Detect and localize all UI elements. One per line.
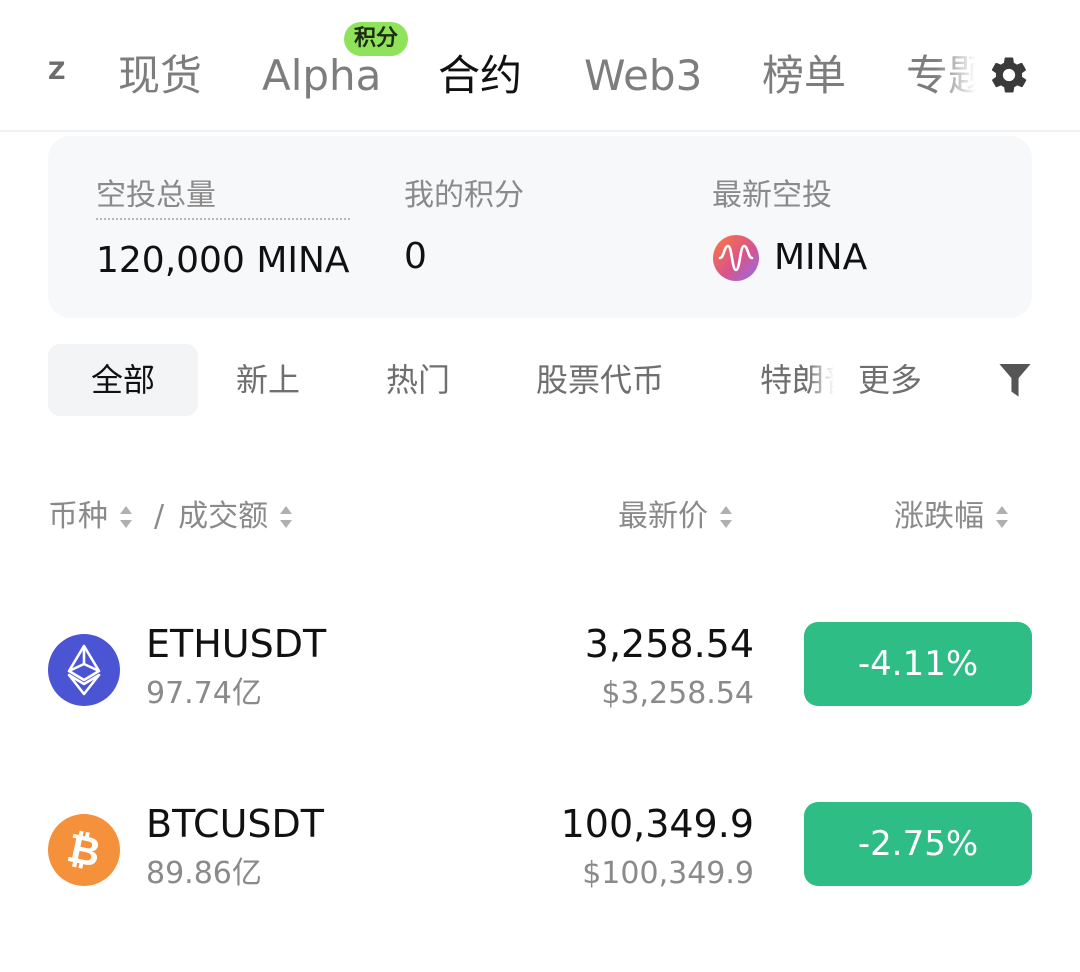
latest-airdrop-token: MINA — [774, 237, 868, 278]
last-price-header[interactable]: 最新价 — [618, 492, 734, 542]
sort-icon[interactable] — [278, 503, 294, 531]
market-filter-tabs: 全部 新上 热门 股票代币 特朗普 更多 — [48, 344, 1032, 416]
gear-icon[interactable] — [988, 54, 1030, 96]
funnel-icon[interactable] — [998, 362, 1032, 400]
latest-airdrop[interactable]: 最新空投 MINA — [712, 176, 867, 286]
btc-icon: ₿ — [48, 814, 120, 886]
tab-web3[interactable]: Web3 — [584, 44, 702, 108]
filter-all[interactable]: 全部 — [48, 344, 198, 416]
market-row-btcusdt[interactable]: ₿ BTCUSDT 89.86亿 100,349.9 $100,349.9 -2… — [48, 786, 1032, 926]
filter-all-label: 全部 — [90, 361, 155, 399]
tab-topics-label: 专题 — [906, 51, 986, 100]
tab-alpha-label: Alpha — [262, 51, 382, 100]
tab-topics[interactable]: 专题 — [906, 40, 986, 112]
tab-futures[interactable]: 合约 — [438, 44, 522, 108]
filter-more-label: 更多 — [858, 361, 923, 399]
tab-futures-label: 合约 — [438, 51, 523, 100]
pair-volume: 89.86亿 — [146, 856, 262, 891]
sort-icon[interactable] — [994, 503, 1010, 531]
filter-more[interactable]: 更多 — [858, 344, 922, 416]
points-badge-label: 积分 — [354, 26, 399, 51]
pair-name: BTCUSDT — [146, 802, 324, 846]
usd-price: $3,258.54 — [601, 676, 754, 711]
filter-stock-tokens-label: 股票代币 — [536, 361, 665, 399]
latest-airdrop-label: 最新空投 — [712, 178, 832, 213]
change-header[interactable]: 涨跌幅 — [894, 492, 1010, 542]
filter-hot-label: 热门 — [386, 361, 451, 399]
latest-airdrop-value: MINA — [712, 234, 867, 282]
filter-hot[interactable]: 热门 — [386, 344, 450, 416]
tab-rankings[interactable]: 榜单 — [762, 44, 846, 108]
last-price: 3,258.54 — [584, 622, 754, 666]
tab-partial-left[interactable]: Ζ — [48, 56, 70, 96]
mina-token-icon — [713, 235, 759, 281]
market-row-ethusdt[interactable]: ETHUSDT 97.74亿 3,258.54 $3,258.54 -4.11% — [48, 606, 1032, 746]
filter-stock-tokens[interactable]: 股票代币 — [536, 344, 664, 416]
pair-name: ETHUSDT — [146, 622, 327, 666]
last-price: 100,349.9 — [560, 802, 754, 846]
my-points-value: 0 — [404, 236, 427, 277]
pair-volume: 97.74亿 — [146, 676, 262, 711]
tab-spot[interactable]: 现货 — [118, 44, 202, 108]
tab-rankings-label: 榜单 — [762, 51, 847, 100]
change-badge[interactable]: -2.75% — [804, 802, 1032, 886]
coin-volume-header: 币种 / 成交额 — [48, 492, 294, 542]
coin-header[interactable]: 币种 — [48, 492, 108, 542]
change-badge[interactable]: -4.11% — [804, 622, 1032, 706]
header-separator: / — [154, 499, 165, 534]
volume-header[interactable]: 成交额 — [178, 492, 268, 542]
my-points: 我的积分 0 — [404, 176, 524, 280]
my-points-label: 我的积分 — [404, 178, 524, 213]
filter-trump[interactable]: 特朗普 — [760, 344, 834, 416]
tab-spot-label: 现货 — [118, 51, 203, 100]
filter-new[interactable]: 新上 — [236, 344, 300, 416]
filter-new-label: 新上 — [236, 361, 301, 399]
last-price-header-label: 最新价 — [618, 499, 708, 534]
sort-icon[interactable] — [118, 503, 134, 531]
filter-trump-label: 特朗普 — [760, 361, 834, 399]
usd-price: $100,349.9 — [582, 856, 754, 891]
change-header-label: 涨跌幅 — [894, 499, 984, 534]
airdrop-total-label[interactable]: 空投总量 — [96, 176, 350, 220]
airdrop-total-value: 120,000 MINA — [96, 240, 350, 281]
sort-icon[interactable] — [718, 503, 734, 531]
tab-web3-label: Web3 — [584, 51, 703, 100]
column-headers: 币种 / 成交额 最新价 涨跌幅 — [48, 492, 1032, 542]
tab-partial-left-label: Ζ — [48, 57, 66, 85]
top-tab-bar: Ζ 现货 Alpha 积分 合约 Web3 榜单 专题 — [0, 0, 1080, 132]
eth-icon — [48, 634, 120, 706]
airdrop-card: 空投总量 120,000 MINA 我的积分 0 最新空投 MINA — [48, 136, 1032, 318]
airdrop-total: 空投总量 120,000 MINA — [96, 176, 350, 284]
points-badge: 积分 — [344, 22, 409, 56]
